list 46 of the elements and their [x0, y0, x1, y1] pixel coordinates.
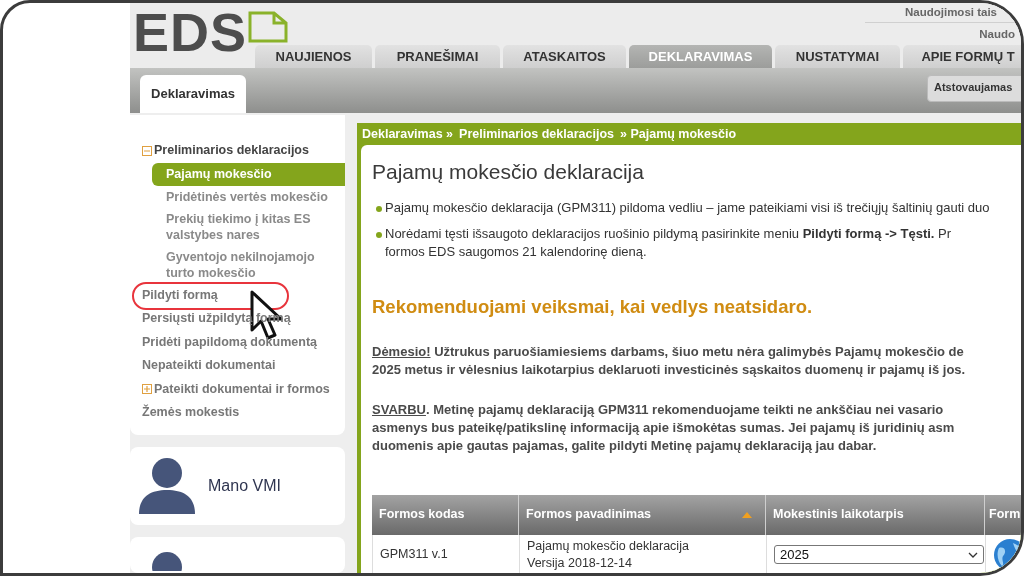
document-icon — [248, 11, 289, 43]
sidebar-link[interactable]: Pridėti papildomą dokumentą — [142, 332, 318, 352]
profile-card[interactable]: Mano VMI — [130, 446, 345, 526]
column-header[interactable]: Form — [989, 505, 1021, 525]
column-header[interactable]: Formos pavadinimas — [526, 505, 652, 525]
sidebar-subitem[interactable]: Pridėtinės vertės mokesčio — [152, 185, 342, 208]
nav-tab[interactable]: DEKLARAVIMAS — [629, 45, 772, 68]
bullet-text: Norėdami tęsti išsaugoto deklaracijos ruošinio pildymą pasirinkite meniu Pildyti formą -> Tęsti. Pr formos EDS saugomos 21 kalendorinę dieną. — [385, 225, 952, 261]
sidebar-link[interactable]: Žemės mokestis — [142, 403, 240, 423]
bullet-icon — [376, 232, 382, 238]
sidebar-link[interactable]: Pildyti formą — [142, 285, 218, 305]
table-cell-text: Versija 2018-12-14 — [527, 554, 633, 572]
column-header[interactable]: Formos kodas — [379, 505, 465, 525]
top-link[interactable]: Naudo — [979, 28, 1015, 41]
representative-button[interactable]: Atstovaujamas — [927, 75, 1021, 102]
card-label: Mano VMI — [208, 475, 281, 496]
expand-icon[interactable] — [142, 384, 152, 395]
bullet-icon — [376, 206, 382, 212]
sidebar-link[interactable]: Nepateikti dokumentai — [142, 356, 276, 376]
collapse-icon[interactable] — [142, 145, 152, 156]
bullet-text: Pajamų mokesčio deklaracija (GPM311) pildoma vedliu – jame pateikiami visi iš trečiųjų šaltinių gauti duo — [385, 199, 990, 217]
deklaravimas-tab[interactable]: Deklaravimas — [140, 75, 246, 113]
column-header[interactable]: Mokestinis laikotarpis — [773, 505, 904, 525]
person-icon — [138, 456, 196, 515]
breadcrumb-text: Deklaravimas » Preliminarios deklaracijos » Pajamų mokesčio — [361, 125, 738, 143]
caret-icon — [968, 551, 978, 558]
nav-tab[interactable]: NAUJIENOS — [255, 45, 372, 68]
top-link[interactable]: Naudojimosi tais — [904, 6, 997, 18]
nav-tab[interactable]: APIE FORMŲ T — [903, 45, 1021, 68]
sidebar-group[interactable]: Pateikti dokumentai ir formos — [154, 379, 330, 399]
sidebar-subitem[interactable]: Gyventojo nekilnojamojo turto mokesčio — [152, 245, 342, 284]
nav-tab[interactable]: NUSTATYMAI — [775, 45, 900, 68]
sidebar-group[interactable]: Preliminarios deklaracijos — [154, 141, 309, 161]
logo-text: EDS — [133, 5, 248, 59]
notice-paragraph: Dėmesio! Užtrukus paruošiamiesiems darbams, šiuo metu nėra galimybės Pajamų mokesčio de 2025 metus ir vėlesnius laikotarpius deklaruoti investicinės sąskaitos duomenų ir pajamų iš jos. — [372, 342, 967, 379]
sidebar-subitem[interactable]: Prekių tiekimo į kitas ES valstybes nares — [152, 207, 342, 246]
sidebar-subitem[interactable]: Pajamų mokesčio — [152, 162, 345, 186]
page-title: Pajamų mokesčio deklaracija — [372, 159, 645, 185]
table-cell-text: GPM311 v.1 — [380, 546, 449, 564]
nav-tab[interactable]: PRANEŠIMAI — [375, 45, 500, 68]
notice-heading: Rekomenduojami veiksmai, kai vedlys neatsidaro. — [372, 295, 814, 319]
nav-tab[interactable]: ATASKAITOS — [503, 45, 626, 68]
table-cell-text: Pajamų mokesčio deklaracija — [527, 537, 690, 555]
notice-paragraph: SVARBU. Metinę pajamų deklaraciją GPM311 rekomenduojame teikti ne ankščiau nei vasario asmenys bus pateikę/patikslinę informaciją apie išmokėtas sumas. Jei pajamų iš juridinių asm duomenis apie gautas pajamas, galite pildyti Metinę pajamų deklaraciją jau dabar. — [372, 400, 956, 455]
sort-icon[interactable] — [742, 511, 752, 518]
period-select[interactable]: 2025 — [774, 545, 984, 565]
